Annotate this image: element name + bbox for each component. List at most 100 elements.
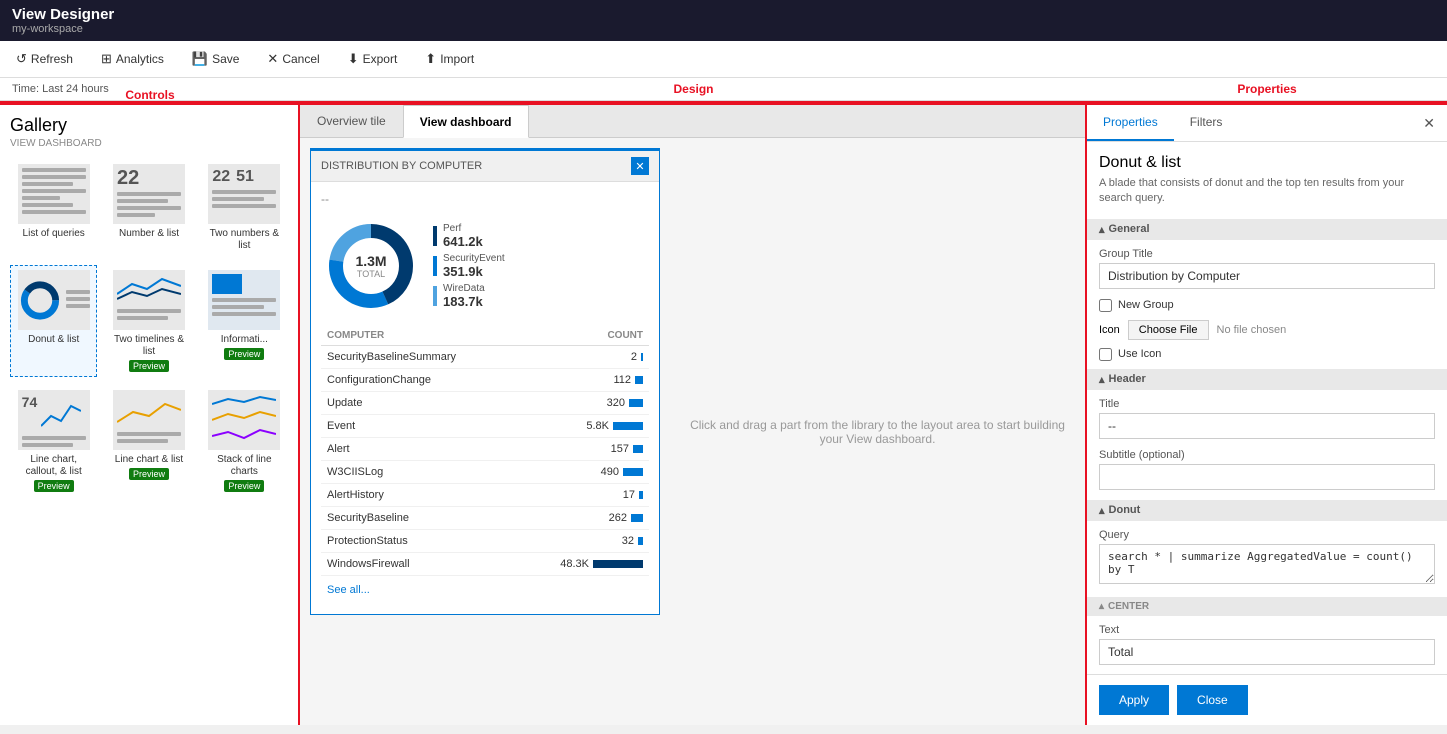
gallery-item-label-stackchart: Stack of line charts xyxy=(206,454,283,478)
app-title: View Designer xyxy=(12,6,1435,23)
table-row: Update 320 xyxy=(321,392,649,415)
tab-overview-tile[interactable]: Overview tile xyxy=(300,105,403,137)
group-title-input[interactable] xyxy=(1099,263,1435,289)
gallery-item-timeline[interactable]: Two timelines & list Preview xyxy=(105,265,192,377)
gallery-item-stackchart[interactable]: Stack of line charts Preview xyxy=(201,385,288,497)
center-text-field: Text xyxy=(1099,624,1435,665)
save-icon: 💾 xyxy=(192,51,208,67)
table-cell-count: 262 xyxy=(517,507,649,530)
viz-tile-header: DISTRIBUTION BY COMPUTER ✕ xyxy=(311,151,659,182)
header-subtitle-label: Subtitle (optional) xyxy=(1099,449,1435,461)
choose-file-button[interactable]: Choose File xyxy=(1128,320,1209,340)
gallery-thumb-linechart2 xyxy=(113,390,185,450)
table-cell-count: 5.8K xyxy=(517,415,649,438)
top-bar: View Designer my-workspace xyxy=(0,0,1447,41)
table-cell-name: AlertHistory xyxy=(321,484,517,507)
analytics-button[interactable]: ⊞ Analytics xyxy=(97,49,168,69)
refresh-icon: ↺ xyxy=(16,51,27,67)
group-title-label: Group Title xyxy=(1099,248,1435,260)
icon-label: Icon xyxy=(1099,324,1120,336)
table-cell-count: 112 xyxy=(517,369,649,392)
center-text-input[interactable] xyxy=(1099,639,1435,665)
gallery-item-donut[interactable]: Donut & list xyxy=(10,265,97,377)
header-subtitle-input[interactable] xyxy=(1099,464,1435,490)
gallery-title: Gallery xyxy=(10,115,288,136)
gallery-item-label-list: List of queries xyxy=(23,228,85,240)
props-footer: Apply Close xyxy=(1087,674,1447,725)
gallery-item-linechart2[interactable]: Line chart & list Preview xyxy=(105,385,192,497)
no-file-text: No file chosen xyxy=(1217,324,1287,336)
refresh-button[interactable]: ↺ Refresh xyxy=(12,49,77,69)
export-icon: ⬇ xyxy=(348,51,359,67)
gallery-item-info[interactable]: Informati... Preview xyxy=(201,265,288,377)
table-cell-count: 2 xyxy=(517,346,649,369)
table-cell-name: SecurityBaseline xyxy=(321,507,517,530)
viz-table: COMPUTER COUNT SecurityBaselineSummary 2… xyxy=(321,326,649,576)
props-close-icon[interactable]: ✕ xyxy=(1411,107,1447,140)
design-panel: Overview tile View dashboard DISTRIBUTIO… xyxy=(300,103,1087,725)
gallery-panel: Gallery VIEW DASHBOARD List of queries xyxy=(0,103,300,725)
props-description: A blade that consists of donut and the t… xyxy=(1099,176,1435,207)
tab-filters[interactable]: Filters xyxy=(1174,105,1239,141)
donut-legend: Perf 641.2k SecurityEvent 351.9k xyxy=(433,223,505,309)
tab-view-dashboard[interactable]: View dashboard xyxy=(403,105,529,138)
gallery-item-label-linechart2: Line chart & list xyxy=(115,454,183,466)
header-subtitle-field: Subtitle (optional) xyxy=(1099,449,1435,490)
props-header: Properties Filters ✕ xyxy=(1087,105,1447,142)
props-section-title: Donut & list xyxy=(1099,154,1435,172)
gallery-item-list[interactable]: List of queries xyxy=(10,159,97,257)
table-cell-count: 490 xyxy=(517,461,649,484)
donut-collapse-icon: ▴ xyxy=(1099,504,1105,517)
gallery-thumb-twonumber: 22 51 xyxy=(208,164,280,224)
legend-perf: Perf 641.2k xyxy=(443,223,483,249)
table-cell-name: Alert xyxy=(321,438,517,461)
tile-area: DISTRIBUTION BY COMPUTER ✕ -- xyxy=(300,138,670,725)
export-button[interactable]: ⬇ Export xyxy=(344,49,402,69)
table-cell-name: ConfigurationChange xyxy=(321,369,517,392)
gallery-thumb-list xyxy=(18,164,90,224)
header-collapse-icon: ▴ xyxy=(1099,373,1105,386)
gallery-item-twonumber[interactable]: 22 51 Two numbers & list xyxy=(201,159,288,257)
table-cell-count: 17 xyxy=(517,484,649,507)
close-button[interactable]: Close xyxy=(1177,685,1248,715)
props-body: Donut & list A blade that consists of do… xyxy=(1087,142,1447,674)
workspace-label: my-workspace xyxy=(12,23,1435,35)
donut-chart: 1.3M TOTAL xyxy=(321,216,421,316)
table-cell-name: Event xyxy=(321,415,517,438)
legend-item-perf: Perf 641.2k xyxy=(433,223,505,249)
group-title-field: Group Title xyxy=(1099,248,1435,289)
controls-label: Controls xyxy=(0,88,300,102)
use-icon-label: Use Icon xyxy=(1118,348,1161,360)
header-title-input[interactable] xyxy=(1099,413,1435,439)
table-cell-name: SecurityBaselineSummary xyxy=(321,346,517,369)
cancel-button[interactable]: ✕ Cancel xyxy=(263,49,323,69)
donut-query-field: Query search * | summarize AggregatedVal… xyxy=(1099,529,1435,587)
gallery-thumb-linechart: 74 xyxy=(18,390,90,450)
design-content: DISTRIBUTION BY COMPUTER ✕ -- xyxy=(300,138,1085,725)
gallery-thumb-timeline xyxy=(113,270,185,330)
gallery-thumb-donut xyxy=(18,270,90,330)
gallery-item-linechart[interactable]: 74 Line chart, callout, & list Preview xyxy=(10,385,97,497)
center-collapse-icon: ▴ xyxy=(1099,601,1104,612)
see-all-link[interactable]: See all... xyxy=(321,576,649,604)
properties-panel: Properties Filters ✕ Donut & list A blad… xyxy=(1087,103,1447,725)
donut-query-label: Query xyxy=(1099,529,1435,541)
gallery-item-number[interactable]: 22 Number & list xyxy=(105,159,192,257)
new-group-label: New Group xyxy=(1118,299,1174,311)
gallery-thumb-number: 22 xyxy=(113,164,185,224)
viz-close-button[interactable]: ✕ xyxy=(631,157,649,175)
table-cell-count: 48.3K xyxy=(517,553,649,576)
import-button[interactable]: ⬆ Import xyxy=(421,49,478,69)
donut-query-input[interactable]: search * | summarize AggregatedValue = c… xyxy=(1099,544,1435,584)
save-button[interactable]: 💾 Save xyxy=(188,49,244,69)
apply-button[interactable]: Apply xyxy=(1099,685,1169,715)
new-group-checkbox[interactable] xyxy=(1099,299,1112,312)
header-title-label: Title xyxy=(1099,398,1435,410)
use-icon-checkbox[interactable] xyxy=(1099,348,1112,361)
tab-properties[interactable]: Properties xyxy=(1087,105,1174,141)
col-count: COUNT xyxy=(517,326,649,346)
table-row: SecurityBaselineSummary 2 xyxy=(321,346,649,369)
general-collapse-icon: ▴ xyxy=(1099,223,1105,236)
table-cell-name: ProtectionStatus xyxy=(321,530,517,553)
legend-item-wiredata: WireData 183.7k xyxy=(433,283,505,309)
